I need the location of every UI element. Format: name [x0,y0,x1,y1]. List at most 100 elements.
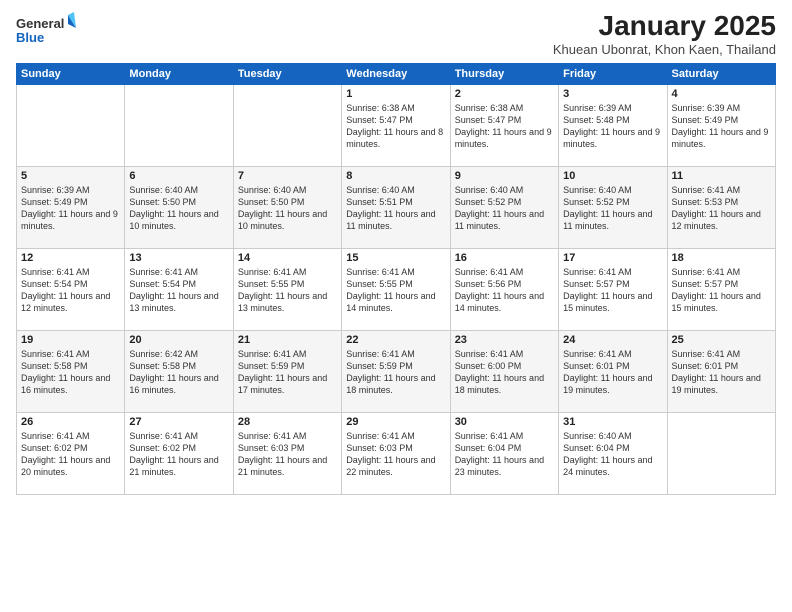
cell-w1-d7: 4Sunrise: 6:39 AMSunset: 5:49 PMDaylight… [667,85,775,167]
cell-info: Sunrise: 6:39 AMSunset: 5:48 PMDaylight:… [563,102,662,151]
sunrise-text: Sunrise: 6:41 AM [672,349,741,359]
sunrise-text: Sunrise: 6:41 AM [21,267,90,277]
daylight-text: Daylight: 11 hours and 21 minutes. [129,455,218,477]
cell-info: Sunrise: 6:39 AMSunset: 5:49 PMDaylight:… [21,184,120,233]
day-number: 8 [346,170,445,182]
cell-info: Sunrise: 6:41 AMSunset: 5:54 PMDaylight:… [129,266,228,315]
daylight-text: Daylight: 11 hours and 23 minutes. [455,455,544,477]
col-sunday: Sunday [17,64,125,85]
sunrise-text: Sunrise: 6:41 AM [238,267,307,277]
daylight-text: Daylight: 11 hours and 19 minutes. [563,373,652,395]
sunrise-text: Sunrise: 6:41 AM [238,349,307,359]
cell-info: Sunrise: 6:41 AMSunset: 5:59 PMDaylight:… [238,348,337,397]
svg-text:General: General [16,16,64,31]
day-number: 15 [346,252,445,264]
sunrise-text: Sunrise: 6:39 AM [672,103,741,113]
cell-w4-d3: 21Sunrise: 6:41 AMSunset: 5:59 PMDayligh… [233,331,341,413]
sunset-text: Sunset: 5:57 PM [672,279,739,289]
day-number: 27 [129,416,228,428]
sunset-text: Sunset: 5:56 PM [455,279,522,289]
day-number: 28 [238,416,337,428]
cell-w3-d4: 15Sunrise: 6:41 AMSunset: 5:55 PMDayligh… [342,249,450,331]
sunset-text: Sunset: 5:59 PM [238,361,305,371]
sunrise-text: Sunrise: 6:40 AM [563,431,632,441]
sunrise-text: Sunrise: 6:38 AM [346,103,415,113]
sunset-text: Sunset: 6:04 PM [455,443,522,453]
day-number: 25 [672,334,771,346]
day-number: 5 [21,170,120,182]
daylight-text: Daylight: 11 hours and 15 minutes. [563,291,652,313]
cell-w1-d1 [17,85,125,167]
week-row-2: 5 Sunrise: 6:39 AMSunset: 5:49 PMDaylight… [17,167,776,249]
sunrise-text: Sunrise: 6:41 AM [672,267,741,277]
sunrise-text: Sunrise: 6:40 AM [455,185,524,195]
sunset-text: Sunset: 5:55 PM [238,279,305,289]
calendar-subtitle: Khuean Ubonrat, Khon Kaen, Thailand [553,42,776,57]
sunrise-text: Sunrise: 6:41 AM [21,431,90,441]
day-number: 31 [563,416,662,428]
daylight-text: Daylight: 11 hours and 9 minutes. [455,127,552,149]
cell-info: Sunrise: 6:38 AMSunset: 5:47 PMDaylight:… [455,102,554,151]
day-number: 13 [129,252,228,264]
cell-info: Sunrise: 6:41 AMSunset: 5:54 PMDaylight:… [21,266,120,315]
logo-icon: General Blue [16,10,76,50]
daylight-text: Daylight: 11 hours and 14 minutes. [346,291,435,313]
daylight-text: Daylight: 11 hours and 16 minutes. [21,373,110,395]
sunrise-text: Sunrise: 6:42 AM [129,349,198,359]
cell-info: Sunrise: 6:41 AMSunset: 6:04 PMDaylight:… [455,430,554,479]
sunrise-text: Sunrise: 6:41 AM [129,267,198,277]
col-monday: Monday [125,64,233,85]
cell-info: Sunrise: 6:39 AMSunset: 5:49 PMDaylight:… [672,102,771,151]
daylight-text: Daylight: 11 hours and 24 minutes. [563,455,652,477]
logo-area: General Blue [16,10,76,55]
day-number: 7 [238,170,337,182]
cell-info: Sunrise: 6:41 AMSunset: 6:02 PMDaylight:… [21,430,120,479]
cell-w3-d5: 16Sunrise: 6:41 AMSunset: 5:56 PMDayligh… [450,249,558,331]
sunset-text: Sunset: 5:54 PM [21,279,88,289]
cell-w1-d2 [125,85,233,167]
cell-w3-d7: 18Sunrise: 6:41 AMSunset: 5:57 PMDayligh… [667,249,775,331]
sunrise-text: Sunrise: 6:41 AM [346,349,415,359]
cell-w2-d6: 10Sunrise: 6:40 AMSunset: 5:52 PMDayligh… [559,167,667,249]
week-row-1: 1Sunrise: 6:38 AMSunset: 5:47 PMDaylight… [17,85,776,167]
sunset-text: Sunset: 5:50 PM [238,197,305,207]
daylight-text: Daylight: 11 hours and 19 minutes. [672,373,761,395]
cell-info: Sunrise: 6:41 AMSunset: 6:01 PMDaylight:… [563,348,662,397]
cell-info: Sunrise: 6:41 AM Sunset: 5:58 PM Daylight:… [21,348,120,397]
col-thursday: Thursday [450,64,558,85]
cell-w2-d7: 11Sunrise: 6:41 AMSunset: 5:53 PMDayligh… [667,167,775,249]
day-number: 2 [455,88,554,100]
cell-info: Sunrise: 6:38 AMSunset: 5:47 PMDaylight:… [346,102,445,151]
sunrise-text: Sunrise: 6:41 AM [21,349,90,359]
sunset-text: Sunset: 6:03 PM [238,443,305,453]
cell-w5-d3: 28 Sunrise: 6:41 AM Sunset: 6:03 PM Dayligh… [233,413,341,495]
sunrise-text: Sunrise: 6:41 AM [455,267,524,277]
sunrise-text: Sunrise: 6:41 AM [129,431,198,441]
calendar-body: 1Sunrise: 6:38 AMSunset: 5:47 PMDaylight… [17,85,776,495]
sunset-text: Sunset: 5:58 PM [21,361,88,371]
calendar-title: January 2025 [553,10,776,42]
sunset-text: Sunset: 5:48 PM [563,115,630,125]
sunrise-text: Sunrise: 6:41 AM [238,431,307,441]
sunset-text: Sunset: 6:00 PM [455,361,522,371]
sunset-text: Sunset: 6:02 PM [129,443,196,453]
daylight-text: Daylight: 11 hours and 21 minutes. [238,455,327,477]
daylight-text: Daylight: 11 hours and 16 minutes. [129,373,218,395]
cell-w1-d3 [233,85,341,167]
cell-info: Sunrise: 6:41 AMSunset: 5:53 PMDaylight:… [672,184,771,233]
cell-w5-d4: 29Sunrise: 6:41 AMSunset: 6:03 PMDayligh… [342,413,450,495]
daylight-text: Daylight: 11 hours and 10 minutes. [129,209,218,231]
daylight-text: Daylight: 11 hours and 11 minutes. [346,209,435,231]
sunset-text: Sunset: 5:57 PM [563,279,630,289]
daylight-text: Daylight: 11 hours and 18 minutes. [455,373,544,395]
cell-info: Sunrise: 6:41 AM Sunset: 6:02 PM Daylight:… [129,430,228,479]
col-friday: Friday [559,64,667,85]
cell-info: Sunrise: 6:42 AMSunset: 5:58 PMDaylight:… [129,348,228,397]
day-number: 23 [455,334,554,346]
cell-w5-d1: 26Sunrise: 6:41 AMSunset: 6:02 PMDayligh… [17,413,125,495]
sunrise-text: Sunrise: 6:38 AM [455,103,524,113]
day-number: 18 [672,252,771,264]
day-number: 9 [455,170,554,182]
cell-w4-d4: 22Sunrise: 6:41 AMSunset: 5:59 PMDayligh… [342,331,450,413]
cell-info: Sunrise: 6:41 AMSunset: 5:59 PMDaylight:… [346,348,445,397]
